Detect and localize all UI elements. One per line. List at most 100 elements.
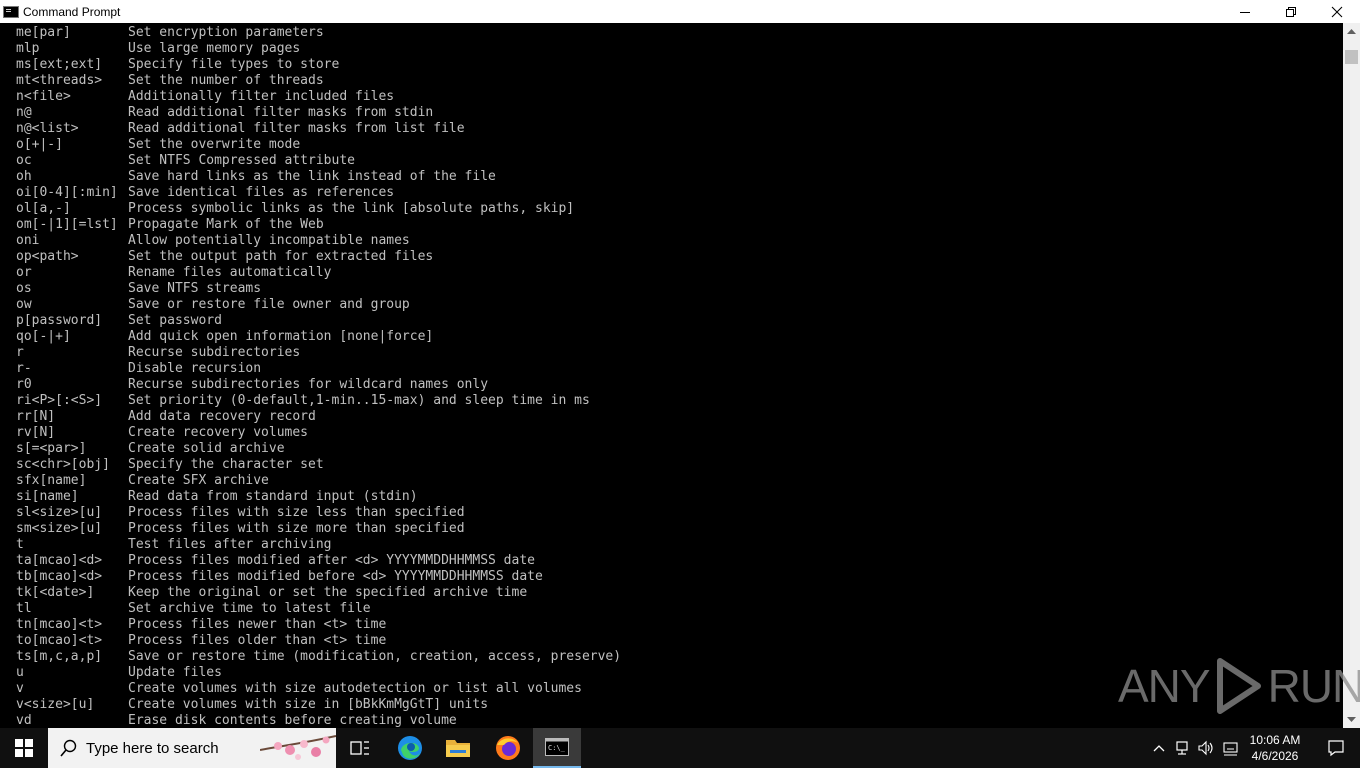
close-button[interactable] <box>1314 0 1360 23</box>
watermark-left: ANY <box>1118 660 1211 712</box>
switch-name: p[password] <box>16 313 103 328</box>
console-line: sl<size>[u] Process files with size less … <box>16 505 621 521</box>
command-prompt-icon: C:\_ <box>545 738 569 756</box>
switch-description: Process symbolic links as the link [abso… <box>128 201 575 216</box>
console-line: v<size>[u] Create volumes with size in [b… <box>16 697 621 713</box>
console-line: tl Set archive time to latest file <box>16 601 621 617</box>
title-bar[interactable]: Command Prompt <box>0 0 1360 23</box>
switch-name: sc<chr>[obj] <box>16 457 110 472</box>
switch-description: Specify file types to store <box>128 57 340 72</box>
switch-name: ol[a,-] <box>16 201 71 216</box>
switch-name: r0 <box>16 377 32 392</box>
switch-description: Erase disk contents before creating volu… <box>128 713 457 728</box>
switch-name: qo[-|+] <box>16 329 71 344</box>
chevron-down-icon <box>1347 716 1356 722</box>
switch-description: Recurse subdirectories for wildcard name… <box>128 377 489 392</box>
console-line: si[name] Read data from standard input (s… <box>16 489 621 505</box>
switch-name: vd <box>16 713 32 728</box>
network-icon <box>1176 741 1188 755</box>
switch-name: op<path> <box>16 249 79 264</box>
switch-description: Create solid archive <box>128 441 285 456</box>
keyboard-icon <box>1223 742 1238 756</box>
scroll-up-button[interactable] <box>1343 23 1360 40</box>
switch-description: Process files with size less than specif… <box>128 505 465 520</box>
console-line: oc Set NTFS Compressed attribute <box>16 153 621 169</box>
switch-name: v <box>16 681 24 696</box>
show-hidden-icons-button[interactable] <box>1150 728 1168 768</box>
clock-date: 4/6/2026 <box>1251 749 1299 763</box>
minimize-button[interactable] <box>1222 0 1268 23</box>
console-line: r0 Recurse subdirectories for wildcard na… <box>16 377 621 393</box>
console-line: r Recurse subdirectories <box>16 345 621 361</box>
switch-name: ow <box>16 297 32 312</box>
console-line: r- Disable recursion <box>16 361 621 377</box>
firefox-button[interactable] <box>484 728 532 768</box>
switch-description: Additionally filter included files <box>128 89 395 104</box>
cherry-blossom-icon <box>260 735 336 760</box>
switch-description: Update files <box>128 665 222 680</box>
restore-button[interactable] <box>1268 0 1314 23</box>
firefox-icon <box>496 736 520 760</box>
switch-name: om[-|1][=lst] <box>16 217 118 232</box>
volume-tray-button[interactable] <box>1196 728 1218 768</box>
switch-description: Recurse subdirectories <box>128 345 301 360</box>
switch-name: tn[mcao]<t> <box>16 617 103 632</box>
console-line: mt<threads> Set the number of threads <box>16 73 621 89</box>
switch-description: Allow potentially incompatible names <box>128 233 410 248</box>
console-line: sfx[name] Create SFX archive <box>16 473 621 489</box>
scrollbar-thumb[interactable] <box>1345 50 1358 64</box>
switch-description: Rename files automatically <box>128 265 332 280</box>
switch-name: os <box>16 281 32 296</box>
console-line: om[-|1][=lst] Propagate Mark of the Web <box>16 217 621 233</box>
task-view-icon <box>350 741 369 755</box>
notification-icon <box>1328 740 1344 757</box>
switch-description: Set encryption parameters <box>128 25 324 40</box>
taskbar-search-box[interactable]: Type here to search <box>48 728 336 768</box>
input-indicator-button[interactable] <box>1220 728 1242 768</box>
console-line: tk[<date>] Keep the original or set the s… <box>16 585 621 601</box>
switch-description: Read additional filter masks from list f… <box>128 121 465 136</box>
minimize-icon <box>1240 11 1250 13</box>
action-center-button[interactable] <box>1312 728 1360 768</box>
console-line: o[+|-] Set the overwrite mode <box>16 137 621 153</box>
switch-name: mlp <box>16 41 40 56</box>
vertical-scrollbar[interactable] <box>1343 23 1360 728</box>
switch-name: u <box>16 665 24 680</box>
switch-name: or <box>16 265 32 280</box>
edge-button[interactable] <box>386 728 434 768</box>
switch-name: r <box>16 345 24 360</box>
file-explorer-button[interactable] <box>434 728 482 768</box>
switch-name: v<size>[u] <box>16 697 95 712</box>
switch-name: n@<list> <box>16 121 79 136</box>
chevron-up-icon <box>1347 28 1356 34</box>
switch-description: Propagate Mark of the Web <box>128 217 324 232</box>
taskbar-clock[interactable]: 10:06 AM 4/6/2026 <box>1244 728 1306 768</box>
console-lines: me[par] Set encryption parameters mlp Use l… <box>16 25 621 728</box>
console-line: sm<size>[u] Process files with size more … <box>16 521 621 537</box>
search-icon <box>60 739 77 757</box>
switch-description: Set the number of threads <box>128 73 324 88</box>
switch-name: ri<P>[:<S>] <box>16 393 103 408</box>
switch-description: Test files after archiving <box>128 537 332 552</box>
switch-description: Save identical files as references <box>128 185 395 200</box>
command-prompt-taskbar-button[interactable]: C:\_ <box>533 728 581 768</box>
switch-name: tl <box>16 601 32 616</box>
console-line: os Save NTFS streams <box>16 281 621 297</box>
switch-description: Add quick open information [none|force] <box>128 329 434 344</box>
switch-description: Read data from standard input (stdin) <box>128 489 418 504</box>
console-line: qo[-|+] Add quick open information [none|… <box>16 329 621 345</box>
switch-description: Set the output path for extracted files <box>128 249 434 264</box>
task-view-button[interactable] <box>336 728 384 768</box>
network-tray-button[interactable] <box>1172 728 1194 768</box>
switch-description: Create volumes with size autodetection o… <box>128 681 582 696</box>
console-line: op<path> Set the output path for extracte… <box>16 249 621 265</box>
switch-description: Set priority (0-default,1-min..15-max) a… <box>128 393 590 408</box>
switch-name: s[=<par>] <box>16 441 87 456</box>
console-output[interactable]: me[par] Set encryption parameters mlp Use l… <box>0 23 1343 728</box>
start-button[interactable] <box>0 728 48 768</box>
console-line: me[par] Set encryption parameters <box>16 25 621 41</box>
switch-name: t <box>16 537 24 552</box>
console-line: mlp Use large memory pages <box>16 41 621 57</box>
console-line: or Rename files automatically <box>16 265 621 281</box>
command-prompt-icon <box>3 5 19 18</box>
